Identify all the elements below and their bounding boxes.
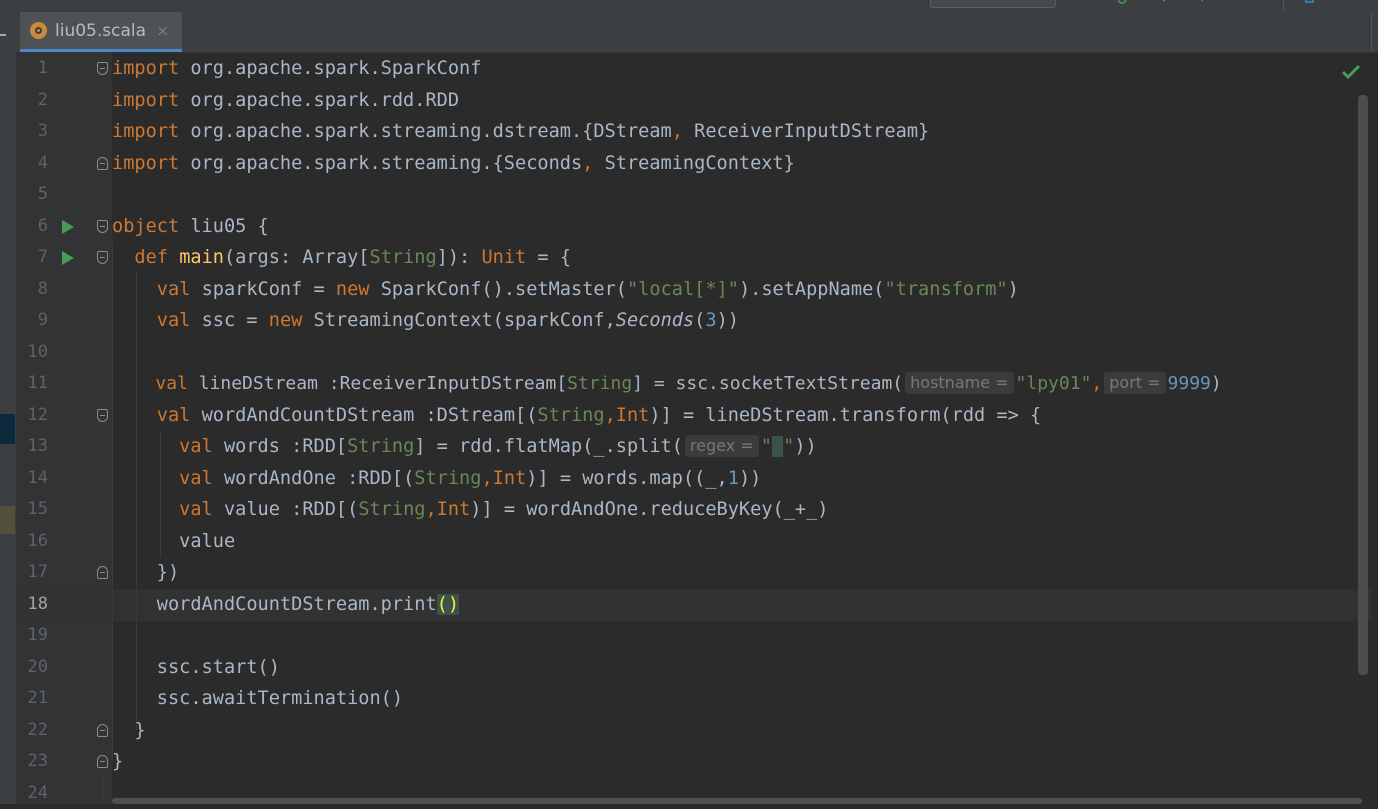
editor-tab-bar: liu05.scala × <box>16 12 1378 53</box>
line-number: 17 <box>16 557 48 589</box>
parameter-hint: hostname = <box>905 372 1013 394</box>
code-line: 4 import org.apache.spark.streaming.{Sec… <box>0 148 1378 180</box>
code-line: 1 import org.apache.spark.SparkConf <box>0 53 1378 85</box>
code-line: 11 val lineDStream :ReceiverInputDStream… <box>0 368 1378 400</box>
line-number: 5 <box>16 179 48 211</box>
code-text: import org.apache.spark.SparkConf <box>112 53 481 85</box>
code-text: val wordAndOne :RDD[(String,Int)] = word… <box>112 463 761 495</box>
code-line: 19 <box>0 620 1378 652</box>
line-number: 4 <box>16 148 48 180</box>
toolbar-separator <box>1283 0 1284 12</box>
fold-marker-icon[interactable] <box>97 157 108 170</box>
line-number: 23 <box>16 746 48 778</box>
code-text: } <box>112 715 146 747</box>
line-number: 16 <box>16 526 48 558</box>
code-line: 22 } <box>0 715 1378 747</box>
line-number: 9 <box>16 305 48 337</box>
fold-marker-icon[interactable] <box>97 220 108 233</box>
scala-object-icon <box>30 22 47 39</box>
line-number: 13 <box>16 431 48 463</box>
run-configuration-selector[interactable] <box>930 0 1056 8</box>
line-number: 7 <box>16 242 48 274</box>
code-text: val wordAndCountDStream :DStream[(String… <box>112 400 1041 432</box>
tab-filename: liu05.scala <box>55 21 146 41</box>
code-text: import org.apache.spark.streaming.dstrea… <box>112 116 929 148</box>
code-text: wordAndCountDStream.print() <box>112 589 459 621</box>
line-number: 22 <box>16 715 48 747</box>
fold-marker-icon[interactable] <box>97 566 108 579</box>
code-line: 17 }) <box>0 557 1378 589</box>
line-number: 21 <box>16 683 48 715</box>
code-line: 2 import org.apache.spark.rdd.RDD <box>0 85 1378 117</box>
code-line: 6 object liu05 { <box>0 211 1378 243</box>
line-number: 6 <box>16 211 48 243</box>
line-number: 14 <box>16 463 48 495</box>
code-line: 20 ssc.start() <box>0 652 1378 684</box>
code-text: value <box>112 526 235 558</box>
close-tab-icon[interactable]: × <box>156 21 169 40</box>
code-text: val lineDStream :ReceiverInputDStream[St… <box>112 368 1222 400</box>
horizontal-scrollbar[interactable] <box>112 798 1362 804</box>
line-number: 18 <box>16 589 48 621</box>
code-line: 8 val sparkConf = new SparkConf().setMas… <box>0 274 1378 306</box>
parameter-hint: port = <box>1104 372 1165 394</box>
debug-icon[interactable] <box>1198 0 1207 6</box>
code-line: 15 val value :RDD[(String,Int)] = wordAn… <box>0 494 1378 526</box>
fold-marker-icon[interactable] <box>97 409 108 422</box>
line-number: 19 <box>16 620 48 652</box>
tab-bar-edge <box>1371 12 1372 52</box>
line-number: 12 <box>16 400 48 432</box>
code-text: val ssc = new StreamingContext(sparkConf… <box>112 305 739 337</box>
code-text: val value :RDD[(String,Int)] = wordAndOn… <box>112 494 829 526</box>
code-text: val words :RDD[String] = rdd.flatMap(_.s… <box>112 431 817 463</box>
line-number: 1 <box>16 53 48 85</box>
fold-marker-icon[interactable] <box>97 724 108 737</box>
run-icon[interactable] <box>1160 0 1169 6</box>
code-line: 16 value <box>0 526 1378 558</box>
code-line: 9 val ssc = new StreamingContext(sparkCo… <box>0 305 1378 337</box>
matched-brace: () <box>437 594 459 615</box>
run-gutter-icon[interactable] <box>62 220 74 234</box>
code-text: ssc.awaitTermination() <box>112 683 403 715</box>
code-text: }) <box>112 557 179 589</box>
refresh-icon[interactable] <box>1118 0 1127 6</box>
code-line: 5 <box>0 179 1378 211</box>
line-number: 2 <box>16 85 48 117</box>
code-line: 13 val words :RDD[String] = rdd.flatMap(… <box>0 431 1378 463</box>
search-everywhere-icon[interactable] <box>1305 0 1314 6</box>
run-gutter-icon[interactable] <box>62 251 74 265</box>
parameter-hint: regex = <box>685 435 759 457</box>
code-line: 14 val wordAndOne :RDD[(String,Int)] = w… <box>0 463 1378 495</box>
code-text: import org.apache.spark.rdd.RDD <box>112 85 459 117</box>
code-line: 24 <box>0 778 1378 809</box>
collapse-icon[interactable] <box>0 34 6 36</box>
code-line: 3 import org.apache.spark.streaming.dstr… <box>0 116 1378 148</box>
check-icon[interactable] <box>1341 63 1361 81</box>
code-text: val sparkConf = new SparkConf().setMaste… <box>112 274 1019 306</box>
code-line-current: 18 wordAndCountDStream.print() <box>0 589 1378 621</box>
code-line: 10 <box>0 337 1378 369</box>
line-number: 8 <box>16 274 48 306</box>
line-number: 10 <box>16 337 48 369</box>
code-text: def main(args: Array[String]): Unit = { <box>112 242 571 274</box>
vertical-scrollbar[interactable] <box>1358 95 1368 675</box>
line-number: 20 <box>16 652 48 684</box>
code-line: 12 val wordAndCountDStream :DStream[(Str… <box>0 400 1378 432</box>
code-text: ssc.start() <box>112 652 280 684</box>
fold-marker-icon[interactable] <box>97 62 108 75</box>
line-number: 11 <box>16 368 48 400</box>
line-number: 15 <box>16 494 48 526</box>
code-line: 7 def main(args: Array[String]): Unit = … <box>0 242 1378 274</box>
line-number: 24 <box>16 778 48 809</box>
code-line: 23 } <box>0 746 1378 778</box>
code-text: import org.apache.spark.streaming.{Secon… <box>112 148 795 180</box>
fold-marker-icon[interactable] <box>97 251 108 264</box>
line-number: 3 <box>16 116 48 148</box>
fold-marker-icon[interactable] <box>97 755 108 768</box>
code-text: } <box>112 746 123 778</box>
code-text: object liu05 { <box>112 211 269 243</box>
tab-liu05-scala[interactable]: liu05.scala × <box>20 12 182 52</box>
code-line: 21 ssc.awaitTermination() <box>0 683 1378 715</box>
